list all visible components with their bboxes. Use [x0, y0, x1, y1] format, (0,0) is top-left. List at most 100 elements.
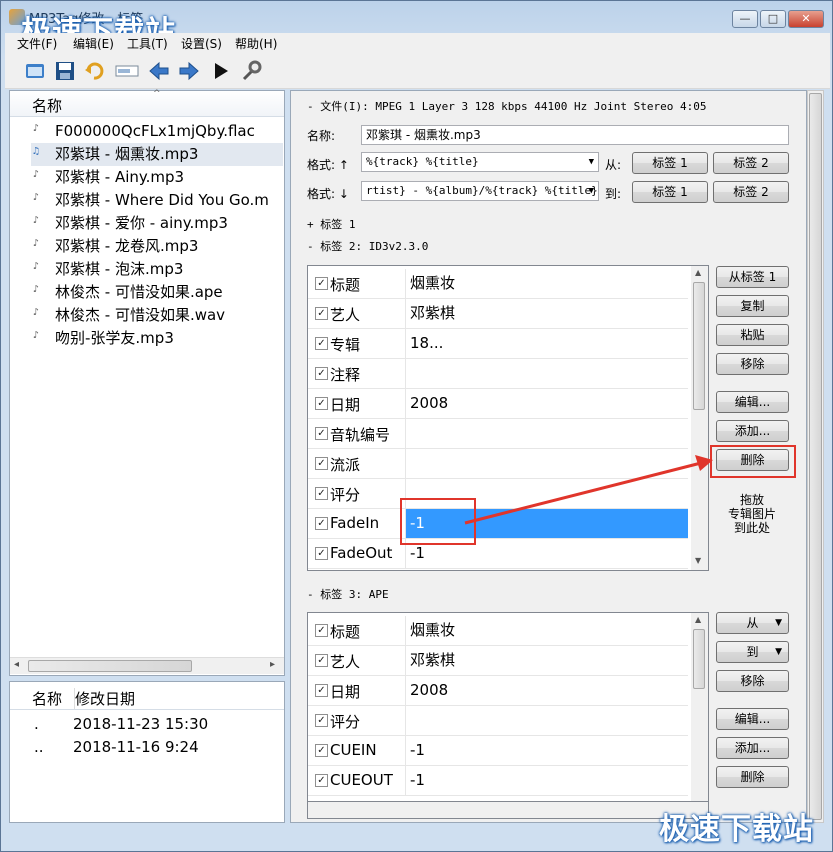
- paste-button[interactable]: 粘贴: [716, 324, 789, 346]
- menu-help[interactable]: 帮助(H): [235, 35, 277, 52]
- tag-enabled-checkbox[interactable]: ✓: [315, 487, 328, 500]
- play-icon[interactable]: [208, 59, 232, 83]
- tag-enabled-checkbox[interactable]: ✓: [315, 714, 328, 727]
- menu-settings[interactable]: 设置(S): [181, 35, 222, 52]
- tag-enabled-checkbox[interactable]: ✓: [315, 277, 328, 290]
- tag-row[interactable]: ✓ 艺人 邓紫棋: [308, 299, 688, 329]
- tag-row[interactable]: ✓ 专辑 18...: [308, 329, 688, 359]
- tag-field-value[interactable]: -1: [405, 766, 688, 795]
- tag-enabled-checkbox[interactable]: ✓: [315, 427, 328, 440]
- maximize-button[interactable]: □: [760, 10, 786, 28]
- tag3-hscroll[interactable]: [307, 802, 709, 819]
- tag-row[interactable]: ✓ 注释: [308, 359, 688, 389]
- file-list-item[interactable]: ♪ 林俊杰 - 可惜没如果.ape: [31, 281, 283, 304]
- tag-field-value[interactable]: [405, 359, 688, 388]
- file-list-item[interactable]: ♪ 邓紫棋 - Ainy.mp3: [31, 166, 283, 189]
- scroll-left-icon[interactable]: ◂: [14, 659, 19, 670]
- tag-row[interactable]: ✓ FadeOut -1: [308, 539, 688, 569]
- dir-column-date[interactable]: 修改日期: [74, 688, 135, 709]
- scroll-down-icon[interactable]: ▼: [695, 556, 701, 565]
- tag-enabled-checkbox[interactable]: ✓: [315, 367, 328, 380]
- scroll-right-icon[interactable]: ▸: [270, 659, 275, 670]
- format-up-combo[interactable]: %{track} %{title} ▼: [361, 152, 599, 172]
- tag-field-value[interactable]: 邓紫棋: [405, 646, 688, 675]
- file-list-header[interactable]: 名称 ^: [10, 89, 284, 117]
- tag-enabled-checkbox[interactable]: ✓: [315, 457, 328, 470]
- undo-icon[interactable]: [83, 59, 107, 83]
- tag3-from-dropdown[interactable]: 从 ▼: [716, 612, 789, 634]
- close-button[interactable]: ✕: [788, 10, 824, 28]
- format-down-tag2-button[interactable]: 标签 2: [713, 181, 789, 203]
- dir-row-name[interactable]: .: [34, 715, 39, 733]
- save-icon[interactable]: [53, 59, 77, 83]
- from-tag1-button[interactable]: 从标签 1: [716, 266, 789, 288]
- tag-field-value[interactable]: 2008: [405, 389, 688, 418]
- file-list-item[interactable]: ♪ 邓紫棋 - 爱你 - ainy.mp3: [31, 212, 283, 235]
- tag-field-value[interactable]: 2008: [405, 676, 688, 705]
- format-up-tag1-button[interactable]: 标签 1: [632, 152, 708, 174]
- tag3-section-toggle[interactable]: - 标签 3: APE: [307, 586, 389, 602]
- tag-row[interactable]: ✓ 评分: [308, 706, 688, 736]
- tag-enabled-checkbox[interactable]: ✓: [315, 547, 328, 560]
- tag3-to-dropdown[interactable]: 到 ▼: [716, 641, 789, 663]
- tag-row[interactable]: ✓ CUEOUT -1: [308, 766, 688, 796]
- tag-enabled-checkbox[interactable]: ✓: [315, 684, 328, 697]
- dir-row-name[interactable]: ..: [34, 738, 44, 756]
- tag-field-value[interactable]: 烟熏妆: [405, 269, 688, 298]
- remove-button[interactable]: 移除: [716, 353, 789, 375]
- arrow-left-icon[interactable]: [147, 59, 171, 83]
- tag-enabled-checkbox[interactable]: ✓: [315, 744, 328, 757]
- tag-field-value[interactable]: -1: [405, 736, 688, 765]
- horizontal-scrollbar[interactable]: ◂ ▸: [10, 657, 284, 674]
- file-list-item[interactable]: ♪ 邓紫棋 - 龙卷风.mp3: [31, 235, 283, 258]
- tag-field-value[interactable]: 邓紫棋: [405, 299, 688, 328]
- dir-column-name[interactable]: 名称: [32, 688, 62, 709]
- scroll-thumb[interactable]: [693, 629, 705, 689]
- wrench-icon[interactable]: [239, 59, 263, 83]
- file-list-item[interactable]: ♫ 邓紫琪 - 烟熏妆.mp3: [31, 143, 283, 166]
- tag-field-value[interactable]: 18...: [405, 329, 688, 358]
- tag-field-value[interactable]: [405, 419, 688, 448]
- tag-row[interactable]: ✓ 标题 烟熏妆: [308, 616, 688, 646]
- scroll-thumb[interactable]: [28, 660, 192, 672]
- main-vertical-scrollbar[interactable]: [807, 90, 824, 823]
- file-list-item[interactable]: ♪ F000000QcFLx1mjQby.flac: [31, 120, 283, 143]
- arrow-right-icon[interactable]: [177, 59, 201, 83]
- scroll-up-icon[interactable]: ▲: [695, 268, 701, 277]
- tag-row[interactable]: ✓ 艺人 邓紫棋: [308, 646, 688, 676]
- tag2-section-toggle[interactable]: - 标签 2: ID3v2.3.0: [307, 238, 428, 254]
- tag3-scrollbar[interactable]: ▲: [691, 613, 708, 801]
- tag-row[interactable]: ✓ CUEIN -1: [308, 736, 688, 766]
- file-list-item[interactable]: ♪ 吻别-张学友.mp3: [31, 327, 283, 350]
- file-list-item[interactable]: ♪ 邓紫棋 - Where Did You Go.m: [31, 189, 283, 212]
- tag-row[interactable]: ✓ 日期 2008: [308, 676, 688, 706]
- filename-field[interactable]: 邓紫琪 - 烟熏妆.mp3: [361, 125, 789, 145]
- tag3-edit-button[interactable]: 编辑...: [716, 708, 789, 730]
- tag-field-value[interactable]: [405, 706, 688, 735]
- open-folder-icon[interactable]: [23, 59, 47, 83]
- tag-row[interactable]: ✓ 日期 2008: [308, 389, 688, 419]
- album-art-drop-hint[interactable]: 拖放 专辑图片 到此处: [715, 493, 789, 535]
- tag-enabled-checkbox[interactable]: ✓: [315, 624, 328, 637]
- edit-button[interactable]: 编辑...: [716, 391, 789, 413]
- tag-row[interactable]: ✓ 音轨编号: [308, 419, 688, 449]
- format-up-tag2-button[interactable]: 标签 2: [713, 152, 789, 174]
- tag3-remove-button[interactable]: 移除: [716, 670, 789, 692]
- tag-field-value[interactable]: 烟熏妆: [405, 616, 688, 645]
- format-down-tag1-button[interactable]: 标签 1: [632, 181, 708, 203]
- rename-icon[interactable]: [115, 59, 139, 83]
- tag-enabled-checkbox[interactable]: ✓: [315, 337, 328, 350]
- menu-tools[interactable]: 工具(T): [127, 35, 168, 52]
- scroll-up-icon[interactable]: ▲: [695, 615, 701, 624]
- file-list-item[interactable]: ♪ 邓紫棋 - 泡沫.mp3: [31, 258, 283, 281]
- tag-enabled-checkbox[interactable]: ✓: [315, 307, 328, 320]
- dropdown-arrow-icon[interactable]: ▼: [589, 153, 594, 171]
- format-down-combo[interactable]: rtist} - %{album}/%{track} %{title} ▼: [361, 181, 599, 201]
- tag-enabled-checkbox[interactable]: ✓: [315, 654, 328, 667]
- tag-row[interactable]: ✓ 标题 烟熏妆: [308, 269, 688, 299]
- scroll-thumb[interactable]: [809, 93, 822, 820]
- tag3-delete-button[interactable]: 删除: [716, 766, 789, 788]
- copy-button[interactable]: 复制: [716, 295, 789, 317]
- minimize-button[interactable]: —: [732, 10, 758, 28]
- tag3-add-button[interactable]: 添加...: [716, 737, 789, 759]
